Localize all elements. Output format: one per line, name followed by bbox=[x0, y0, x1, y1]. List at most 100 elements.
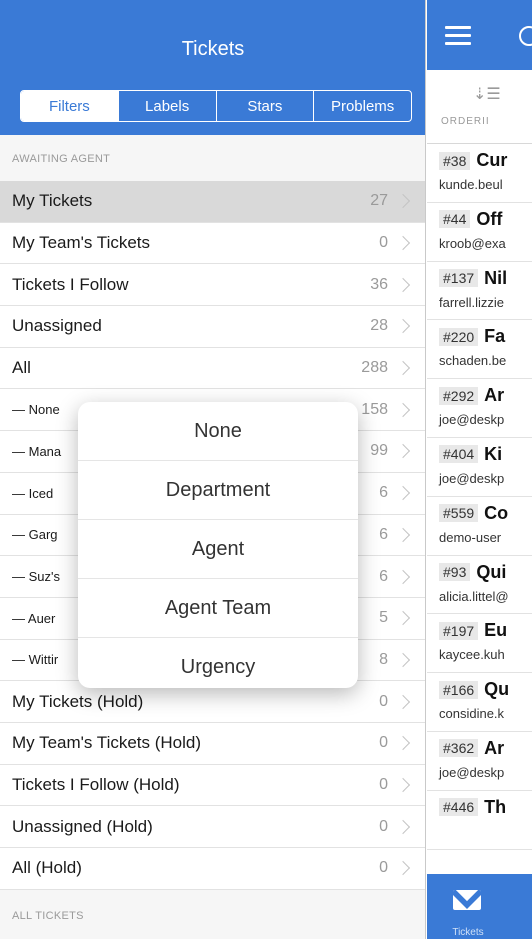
ticket-header: #166 Qu bbox=[439, 679, 532, 700]
ticket-header: #38 Cur bbox=[439, 150, 532, 171]
segment-filters[interactable]: Filters bbox=[21, 91, 119, 121]
popover-option[interactable]: Urgency bbox=[78, 638, 358, 688]
group-by-popover: None Department Agent Agent Team Urgency bbox=[78, 402, 358, 688]
chevron-right-icon bbox=[395, 319, 411, 334]
ordering-label: ORDERII bbox=[441, 116, 490, 127]
chevron-right-icon bbox=[395, 777, 411, 793]
filter-row-count: 6 bbox=[379, 567, 388, 585]
ticket-row[interactable]: #166 Qu considine.k bbox=[427, 673, 532, 732]
ticket-row[interactable]: #93 Qui alicia.littel@ bbox=[427, 556, 532, 615]
ticket-subject: Fa bbox=[484, 326, 506, 347]
ticket-header: #292 Ar bbox=[439, 385, 532, 406]
ticket-row[interactable]: #362 Ar joe@deskp bbox=[427, 732, 532, 791]
chevron-right-icon bbox=[395, 819, 411, 834]
ticket-subject: Ki bbox=[484, 443, 503, 464]
ticket-row[interactable]: #404 Ki joe@deskp bbox=[427, 438, 532, 497]
segment-problems[interactable]: Problems bbox=[314, 91, 411, 121]
filter-row[interactable]: All 288 bbox=[0, 347, 425, 390]
ticket-header: #446 Th bbox=[439, 797, 532, 818]
filter-row-label: Unassigned (Hold) bbox=[12, 816, 153, 836]
filter-row[interactable]: Tickets I Follow (Hold) 0 bbox=[0, 764, 425, 807]
chevron-right-icon bbox=[395, 402, 411, 417]
chevron-right-icon bbox=[395, 569, 411, 584]
chevron-right-icon bbox=[395, 486, 411, 501]
filter-row-label: My Tickets (Hold) bbox=[12, 691, 144, 711]
filter-row[interactable]: All (Hold) 0 bbox=[0, 848, 425, 890]
filters-header: Tickets Filters Labels Stars Problems bbox=[0, 0, 425, 135]
chevron-right-icon bbox=[395, 694, 411, 709]
section-header-awaiting-agent: AWAITING AGENT bbox=[0, 140, 425, 178]
sort-icon: ⇣☰ bbox=[473, 86, 501, 103]
chevron-right-icon bbox=[395, 361, 411, 376]
ticket-subject: Qu bbox=[484, 679, 510, 700]
ticket-row[interactable]: #137 Nil farrell.lizzie bbox=[427, 262, 532, 321]
chevron-right-icon bbox=[395, 652, 411, 667]
segment-labels[interactable]: Labels bbox=[119, 91, 217, 121]
ticket-subject: Qui bbox=[476, 561, 507, 582]
ticket-id-badge: #404 bbox=[439, 445, 479, 464]
tab-bar: Tickets bbox=[427, 874, 532, 939]
ticket-header: #44 Off bbox=[439, 209, 532, 230]
ticket-id-badge: #166 bbox=[439, 680, 479, 699]
filter-row-count: 0 bbox=[379, 775, 388, 793]
page-title: Tickets bbox=[181, 38, 245, 60]
ticket-row[interactable]: #220 Fa schaden.be bbox=[427, 320, 532, 380]
ticket-header: #559 Co bbox=[439, 503, 532, 524]
ticket-id-badge: #446 bbox=[439, 798, 479, 817]
chevron-right-icon bbox=[395, 527, 411, 542]
popover-option[interactable]: Agent bbox=[78, 520, 358, 579]
popover-option[interactable]: Department bbox=[78, 461, 358, 520]
ticket-row[interactable]: #38 Cur kunde.beul bbox=[427, 144, 532, 203]
ticket-email: joe@deskp bbox=[439, 470, 505, 486]
filter-row-count: 99 bbox=[370, 442, 388, 460]
ticket-email: kroob@exa bbox=[439, 235, 506, 251]
segment-stars[interactable]: Stars bbox=[217, 91, 315, 121]
filter-row-count: 0 bbox=[379, 859, 388, 877]
chevron-right-icon bbox=[395, 277, 411, 292]
filter-row[interactable]: My Tickets 27 bbox=[0, 181, 425, 223]
mail-icon[interactable] bbox=[453, 890, 481, 910]
ticket-subject: Eu bbox=[484, 620, 508, 641]
ticket-row[interactable]: #446 Th bbox=[427, 791, 532, 850]
filter-row[interactable]: My Team's Tickets 0 bbox=[0, 222, 425, 265]
filter-row[interactable]: My Team's Tickets (Hold) 0 bbox=[0, 722, 425, 765]
ticket-email: alicia.littel@ bbox=[439, 588, 509, 604]
filter-row-label: Tickets I Follow bbox=[12, 274, 129, 294]
filter-row-label: Tickets I Follow (Hold) bbox=[12, 774, 180, 794]
menu-icon[interactable] bbox=[445, 26, 471, 46]
tab-tickets-label[interactable]: Tickets bbox=[427, 927, 509, 938]
ticket-row[interactable]: #292 Ar joe@deskp bbox=[427, 379, 532, 438]
ticket-header: #220 Fa bbox=[439, 326, 532, 347]
ticket-subject: Th bbox=[484, 796, 507, 817]
filter-row-count: 288 bbox=[361, 359, 388, 377]
filter-row-count: 0 bbox=[379, 817, 388, 835]
ticket-email: considine.k bbox=[439, 706, 505, 722]
filter-row-count: 0 bbox=[379, 692, 388, 710]
ticket-header: #137 Nil bbox=[439, 268, 532, 289]
ticket-row[interactable]: #197 Eu kaycee.kuh bbox=[427, 614, 532, 674]
chevron-right-icon bbox=[395, 861, 411, 876]
chevron-right-icon bbox=[395, 611, 411, 626]
filter-row-count: 28 bbox=[370, 317, 388, 335]
ticket-email: farrell.lizzie bbox=[439, 294, 505, 310]
filter-row-label: All (Hold) bbox=[12, 858, 82, 878]
chevron-right-icon bbox=[395, 194, 411, 209]
ticket-row[interactable]: #44 Off kroob@exa bbox=[427, 203, 532, 262]
search-icon[interactable] bbox=[519, 26, 532, 46]
ticket-id-badge: #220 bbox=[439, 327, 479, 346]
ticket-list-header bbox=[427, 0, 532, 70]
filter-row[interactable]: Unassigned 28 bbox=[0, 306, 425, 348]
popover-option[interactable]: Agent Team bbox=[78, 579, 358, 638]
filter-row-count: 8 bbox=[379, 650, 388, 668]
filter-row[interactable]: Tickets I Follow 36 bbox=[0, 264, 425, 307]
ordering-button[interactable]: ⇣☰ ORDERII bbox=[427, 70, 532, 144]
ticket-id-badge: #137 bbox=[439, 269, 479, 288]
ticket-subject: Ar bbox=[484, 737, 505, 758]
ticket-subject: Ar bbox=[484, 385, 505, 406]
filter-row-label: Unassigned bbox=[12, 316, 102, 336]
filter-row[interactable]: Unassigned (Hold) 0 bbox=[0, 806, 425, 848]
popover-option[interactable]: None bbox=[78, 402, 358, 461]
segmented-control: Filters Labels Stars Problems bbox=[20, 90, 412, 122]
filter-row-count: 27 bbox=[370, 192, 388, 210]
ticket-row[interactable]: #559 Co demo-user bbox=[427, 497, 532, 556]
